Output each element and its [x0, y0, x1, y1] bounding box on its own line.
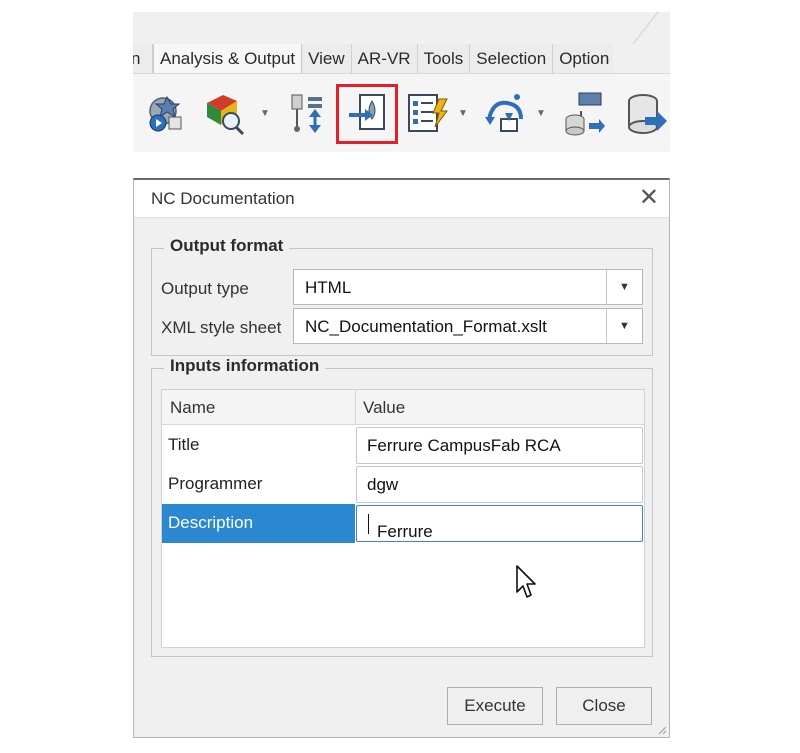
text-caret: [368, 514, 369, 534]
tab-view[interactable]: View: [302, 44, 352, 73]
inputs-information-legend: Inputs information: [164, 356, 326, 376]
output-format-group: Output format Output type HTML ▼ XML sty…: [151, 236, 653, 356]
row-value: Ferrure: [377, 522, 433, 541]
chevron-down-icon[interactable]: ▼: [606, 309, 642, 343]
inputs-table: Name Value Title Ferrure CampusFab RCA P…: [161, 389, 645, 648]
output-type-value: HTML: [305, 278, 352, 297]
execute-button[interactable]: Execute: [447, 687, 543, 725]
row-value: Ferrure CampusFab RCA: [367, 436, 561, 455]
output-type-label: Output type: [161, 279, 249, 298]
resize-grip-icon[interactable]: [657, 725, 667, 735]
ribbon-tool-row: ▼ ▼ ▼: [133, 73, 670, 152]
description-value-field[interactable]: Ferrure: [356, 505, 643, 542]
ribbon-tabs: n Analysis & Output View AR-VR Tools Sel…: [133, 44, 614, 73]
checklist-icon[interactable]: [403, 89, 451, 137]
highlight-box: [336, 84, 398, 144]
window-edge-decoration: [632, 12, 659, 44]
programmer-value-field[interactable]: dgw: [356, 466, 643, 503]
dialog-titlebar: NC Documentation ✕: [134, 180, 669, 218]
nc-documentation-dialog: NC Documentation ✕ Output format Output …: [133, 178, 670, 738]
style-sheet-value: NC_Documentation_Format.xslt: [305, 317, 547, 336]
column-header-value[interactable]: Value: [363, 398, 405, 418]
tab-options[interactable]: Option: [553, 44, 614, 73]
database-icon[interactable]: [561, 89, 609, 137]
probe-icon[interactable]: [283, 89, 331, 137]
row-name: Programmer: [168, 474, 263, 493]
row-name: Title: [168, 435, 200, 454]
inputs-information-group: Inputs information Name Value Title Ferr…: [151, 356, 653, 657]
close-icon[interactable]: ✕: [639, 186, 659, 210]
table-row[interactable]: Programmer dgw: [162, 465, 644, 504]
row-name: Description: [168, 513, 254, 532]
ribbon-header: [133, 12, 670, 44]
simulation-icon[interactable]: [141, 89, 189, 137]
tab-partial[interactable]: n: [133, 44, 153, 73]
column-divider: [355, 390, 356, 425]
row-value: dgw: [367, 475, 399, 494]
postprocess-icon[interactable]: [481, 89, 529, 137]
chevron-down-icon[interactable]: ▼: [458, 108, 468, 119]
dialog-title: NC Documentation: [151, 189, 295, 208]
output-type-select[interactable]: HTML ▼: [293, 269, 643, 305]
table-header: Name Value: [162, 390, 644, 425]
title-value-field[interactable]: Ferrure CampusFab RCA: [356, 427, 643, 464]
export-icon[interactable]: [623, 89, 670, 137]
style-sheet-select[interactable]: NC_Documentation_Format.xslt ▼: [293, 308, 643, 344]
row-value-wrap: Ferrure: [367, 514, 433, 541]
tab-selection[interactable]: Selection: [470, 44, 554, 73]
column-header-name[interactable]: Name: [170, 398, 215, 418]
output-format-legend: Output format: [164, 236, 290, 256]
table-row[interactable]: Title Ferrure CampusFab RCA: [162, 426, 644, 465]
color-analysis-icon[interactable]: [201, 89, 249, 137]
tab-tools[interactable]: Tools: [417, 44, 471, 73]
mouse-cursor-icon: [516, 565, 536, 598]
close-button[interactable]: Close: [556, 687, 652, 725]
chevron-down-icon[interactable]: ▼: [606, 270, 642, 304]
tab-analysis-output[interactable]: Analysis & Output: [153, 44, 303, 73]
table-row-selected[interactable]: Description Ferrure: [162, 504, 644, 543]
tab-ar-vr[interactable]: AR-VR: [351, 44, 418, 73]
chevron-down-icon[interactable]: ▼: [260, 108, 270, 119]
style-sheet-label: XML style sheet: [161, 318, 282, 337]
ribbon-toolbar: n Analysis & Output View AR-VR Tools Sel…: [133, 12, 670, 152]
chevron-down-icon[interactable]: ▼: [536, 108, 546, 119]
